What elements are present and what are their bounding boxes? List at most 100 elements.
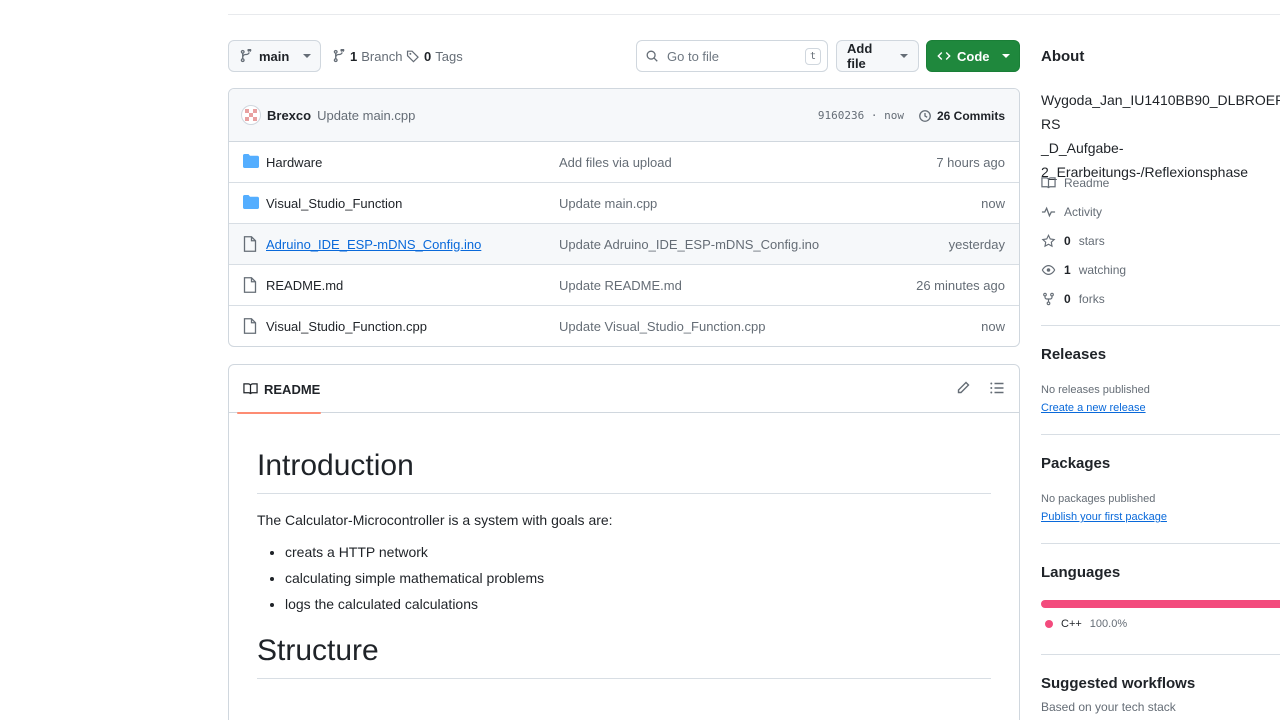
code-button[interactable]: Code xyxy=(926,40,1020,72)
file-age: yesterday xyxy=(948,236,1005,252)
readme-panel: README Introduction The Calculator-Micro… xyxy=(228,364,1020,720)
tag-icon xyxy=(406,50,419,63)
stars-label: stars xyxy=(1078,234,1105,248)
divider xyxy=(1041,654,1280,655)
git-branch-icon xyxy=(333,49,345,63)
book-icon xyxy=(243,383,258,395)
file-icon xyxy=(243,318,257,334)
readme-actions xyxy=(955,380,1005,396)
branch-name: main xyxy=(259,48,290,64)
readme-goals-list: creats a HTTP network calculating simple… xyxy=(257,544,991,612)
language-name: C++ xyxy=(1061,618,1082,630)
activity-link-label: Activity xyxy=(1064,205,1103,219)
language-item-cpp[interactable]: C++ 100.0% xyxy=(1045,618,1127,630)
code-icon xyxy=(937,52,951,60)
tags-link[interactable]: 0 Tags xyxy=(406,40,463,72)
identicon-icon xyxy=(245,109,257,121)
readme-header: README xyxy=(229,365,1019,414)
file-name[interactable]: Visual_Studio_Function xyxy=(266,196,402,211)
list-item: calculating simple mathematical problems xyxy=(285,570,991,586)
no-releases-text: No releases published xyxy=(1041,384,1150,396)
go-to-file-field[interactable]: t xyxy=(636,40,828,72)
create-release-link[interactable]: Create a new release xyxy=(1041,402,1146,414)
file-row-readme[interactable]: README.md Update README.md 26 minutes ag… xyxy=(229,265,1019,306)
readme-link[interactable]: Readme xyxy=(1041,173,1109,193)
history-icon xyxy=(919,109,931,122)
file-commit-message[interactable]: Update Visual_Studio_Function.cpp xyxy=(559,319,765,334)
language-bar xyxy=(1041,600,1280,608)
readme-link-label: Readme xyxy=(1064,176,1110,190)
packages-title[interactable]: Packages xyxy=(1041,455,1110,472)
file-row-hardware[interactable]: Hardware Add files via upload 7 hours ag… xyxy=(229,142,1019,183)
chevron-down-icon xyxy=(1001,54,1010,58)
commit-author[interactable]: Brexco xyxy=(267,108,311,123)
file-age: 7 hours ago xyxy=(936,154,1005,170)
stars-link[interactable]: 0 stars xyxy=(1041,231,1105,251)
divider xyxy=(1041,325,1280,326)
star-icon xyxy=(1041,234,1056,248)
file-age: 26 minutes ago xyxy=(916,277,1005,293)
stars-count: 0 xyxy=(1064,234,1071,248)
language-percent: 100.0% xyxy=(1089,618,1128,630)
commit-meta: 9160236 · now 26 Commits xyxy=(818,89,1005,142)
about-title: About xyxy=(1041,48,1085,65)
chevron-down-icon xyxy=(303,54,312,58)
file-icon xyxy=(243,277,257,293)
file-commit-message[interactable]: Add files via upload xyxy=(559,155,672,170)
file-name[interactable]: Adruino_IDE_ESP-mDNS_Config.ino xyxy=(266,237,481,252)
about-description: Wygoda_Jan_IU1410BB90_DLBROEPRS _D_Aufga… xyxy=(1041,92,1280,180)
chevron-down-icon xyxy=(900,54,908,58)
code-label: Code xyxy=(957,48,990,64)
releases-title[interactable]: Releases xyxy=(1041,346,1106,363)
add-file-button[interactable]: Add file xyxy=(836,40,919,72)
file-name[interactable]: README.md xyxy=(266,278,343,293)
readme-tab-label: README xyxy=(264,381,321,397)
watching-label: watching xyxy=(1078,263,1127,277)
eye-icon xyxy=(1041,265,1056,275)
commits-link[interactable]: 26 Commits xyxy=(918,109,1005,123)
file-row-arduino-config[interactable]: Adruino_IDE_ESP-mDNS_Config.ino Update A… xyxy=(229,224,1019,265)
divider xyxy=(1041,543,1280,544)
branches-label: Branch xyxy=(361,48,403,64)
readme-heading-introduction: Introduction xyxy=(257,449,991,494)
publish-package-link[interactable]: Publish your first package xyxy=(1041,511,1167,523)
divider xyxy=(1041,434,1280,435)
file-commit-message[interactable]: Update main.cpp xyxy=(559,196,657,211)
forks-count: 0 xyxy=(1064,292,1071,306)
no-packages-text: No packages published xyxy=(1041,493,1156,505)
branches-link[interactable]: 1 Branch xyxy=(332,40,402,72)
languages-title: Languages xyxy=(1041,564,1121,581)
pulse-icon xyxy=(1041,206,1056,218)
forks-link[interactable]: 0 forks xyxy=(1041,289,1105,309)
repo-sidebar: About Wygoda_Jan_IU1410BB90_DLBROEPRS _D… xyxy=(1041,0,1280,720)
file-table: Brexco Update main.cpp 9160236 · now 26 … xyxy=(228,88,1020,347)
list-item: logs the calculated calculations xyxy=(285,596,991,612)
commit-hash[interactable]: 9160236 · now xyxy=(818,109,904,122)
file-commit-message[interactable]: Update README.md xyxy=(559,278,682,293)
list-icon[interactable] xyxy=(989,380,1005,396)
go-to-file-input[interactable] xyxy=(667,48,797,64)
activity-link[interactable]: Activity xyxy=(1041,202,1102,222)
file-commit-message[interactable]: Update Adruino_IDE_ESP-mDNS_Config.ino xyxy=(559,237,819,252)
commit-message[interactable]: Update main.cpp xyxy=(317,108,415,123)
tab-readme[interactable]: README xyxy=(237,365,321,414)
search-icon xyxy=(646,50,658,62)
file-name[interactable]: Visual_Studio_Function.cpp xyxy=(266,319,427,334)
language-color-dot xyxy=(1045,620,1053,628)
suggested-workflows-subtitle: Based on your tech stack xyxy=(1041,700,1176,714)
list-item: creats a HTTP network xyxy=(285,544,991,560)
file-name[interactable]: Hardware xyxy=(266,155,322,170)
file-age: now xyxy=(981,195,1005,211)
folder-icon xyxy=(243,195,259,209)
avatar[interactable] xyxy=(241,105,261,125)
watching-link[interactable]: 1 watching xyxy=(1041,260,1126,280)
file-age: now xyxy=(981,319,1005,334)
suggested-workflows-title: Suggested workflows xyxy=(1041,675,1196,692)
add-file-label: Add file xyxy=(847,41,873,71)
file-row-visual-studio-function-cpp[interactable]: Visual_Studio_Function.cpp Update Visual… xyxy=(229,306,1019,346)
branch-select-button[interactable]: main xyxy=(228,40,321,72)
file-row-visual-studio-function[interactable]: Visual_Studio_Function Update main.cpp n… xyxy=(229,183,1019,224)
repo-forked-icon xyxy=(1043,292,1054,306)
book-icon xyxy=(1041,177,1056,189)
pencil-icon[interactable] xyxy=(955,380,971,396)
